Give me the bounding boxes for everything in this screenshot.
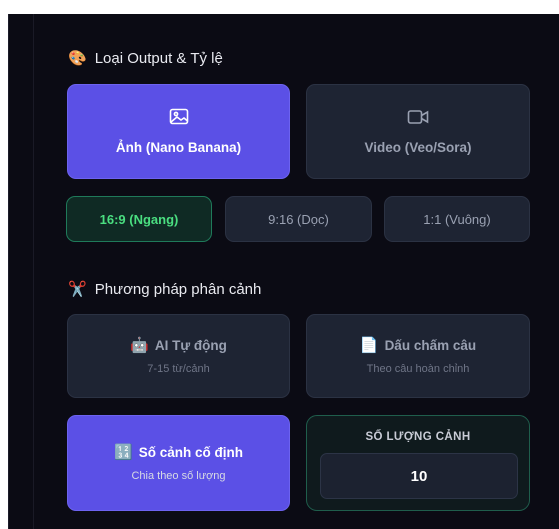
ratio-1-1-label: 1:1 (Vuông) xyxy=(423,211,491,227)
scene-section-title: ✂️ Phương pháp phân cảnh xyxy=(68,281,261,298)
ratio-9-16-button[interactable]: 9:16 (Dọc) xyxy=(225,196,372,242)
scene-punctuation-label: Dấu chấm câu xyxy=(384,337,477,353)
numbers-icon: 🔢 xyxy=(114,443,133,461)
ratio-9-16-label: 9:16 (Dọc) xyxy=(268,211,329,227)
palette-icon: 🎨 xyxy=(68,50,87,67)
document-icon: 📄 xyxy=(359,336,379,354)
image-icon xyxy=(169,108,189,130)
scene-ai-auto-sub: 7-15 từ/cảnh xyxy=(147,362,210,375)
scene-fixed-count-sub: Chia theo số lượng xyxy=(131,469,226,482)
ratio-16-9-button[interactable]: 16:9 (Ngang) xyxy=(66,196,212,242)
scene-ai-auto-button[interactable]: 🤖 AI Tự động 7-15 từ/cảnh xyxy=(67,314,290,398)
scene-fixed-count-button[interactable]: 🔢 Số cảnh cố định Chia theo số lượng xyxy=(67,415,290,511)
scene-punctuation-sub: Theo câu hoàn chỉnh xyxy=(366,362,470,375)
output-section-title: 🎨 Loại Output & Tỷ lệ xyxy=(68,50,223,67)
robot-icon: 🤖 xyxy=(130,336,149,354)
scene-count-input[interactable]: 10 xyxy=(320,453,518,499)
scissors-icon: ✂️ xyxy=(68,281,87,298)
scene-fixed-count-label: Số cảnh cố định xyxy=(138,444,243,460)
scene-ai-auto-label: AI Tự động xyxy=(154,337,227,353)
scene-punctuation-button[interactable]: 📄 Dấu chấm câu Theo câu hoàn chỉnh xyxy=(306,314,530,398)
ratio-1-1-button[interactable]: 1:1 (Vuông) xyxy=(384,196,530,242)
scene-count-card: SỐ LƯỢNG CẢNH 10 xyxy=(306,415,530,511)
panel-divider xyxy=(33,14,34,529)
output-video-button[interactable]: Video (Veo/Sora) xyxy=(306,84,530,179)
ratio-16-9-label: 16:9 (Ngang) xyxy=(99,211,179,227)
scene-section-label: Phương pháp phân cảnh xyxy=(94,281,262,298)
output-image-button[interactable]: Ảnh (Nano Banana) xyxy=(67,84,290,179)
output-section-label: Loại Output & Tỷ lệ xyxy=(94,50,223,67)
output-video-label: Video (Veo/Sora) xyxy=(364,139,472,155)
scene-count-label: SỐ LƯỢNG CẢNH xyxy=(365,431,471,443)
video-icon xyxy=(407,109,429,130)
output-image-label: Ảnh (Nano Banana) xyxy=(115,140,242,155)
